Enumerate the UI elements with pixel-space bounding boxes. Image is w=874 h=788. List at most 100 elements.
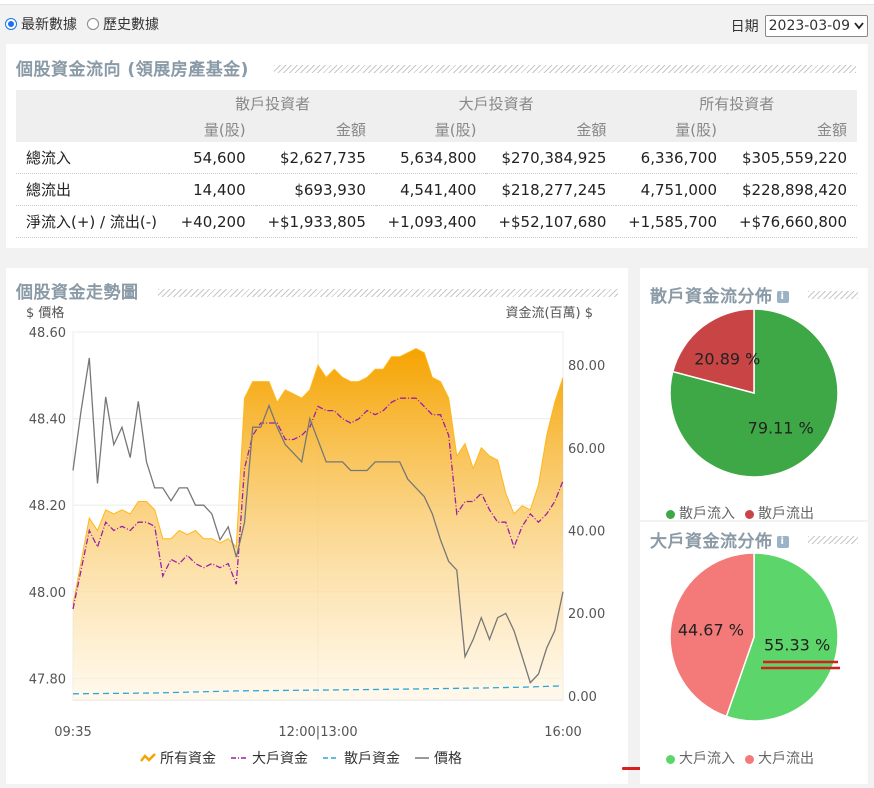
table-cell: +40,200 bbox=[169, 205, 256, 238]
trend-chart[interactable]: $ 價格 資金流(百萬) $ 48.60 48.40 48.20 48.00 47.80 80… bbox=[6, 300, 628, 780]
chevron-down-icon bbox=[854, 22, 864, 30]
big-pie-title: 大戶資金流分佈 i bbox=[650, 527, 789, 552]
legend-all-fund[interactable]: 所有資金 bbox=[140, 748, 216, 768]
group-header-big: 大戶投資者 bbox=[375, 90, 617, 116]
table-row: 淨流入(+) / 流出(-) +40,200 +$1,933,805 +1,09… bbox=[16, 205, 857, 238]
legend-all-fund-label: 所有資金 bbox=[160, 751, 216, 767]
x-tick-label: 09:35 bbox=[54, 725, 91, 740]
right-axis-label: 資金流(百萬) $ bbox=[505, 305, 593, 321]
title-decoration bbox=[158, 289, 618, 297]
y-left-tick-label: 48.20 bbox=[29, 499, 66, 514]
sub-header: 金額 bbox=[486, 116, 617, 142]
y-left-tick-label: 48.60 bbox=[29, 326, 66, 341]
table-cell: $218,277,245 bbox=[486, 173, 617, 206]
date-select[interactable]: 2023-03-09 bbox=[764, 15, 868, 37]
group-header-all: 所有投資者 bbox=[616, 90, 857, 116]
legend-retail-out-label: 散戶流出 bbox=[758, 506, 814, 522]
trend-legend: 所有資金 大戶資金 散戶資金 價格 bbox=[140, 748, 462, 768]
info-icon[interactable]: i bbox=[776, 536, 789, 548]
legend-line-icon bbox=[140, 753, 156, 762]
table-cell: 14,400 bbox=[169, 173, 256, 206]
legend-price-label: 價格 bbox=[434, 751, 462, 767]
legend-big-in-label: 大戶流入 bbox=[679, 751, 735, 767]
red-mark bbox=[622, 767, 642, 770]
row-label: 總流出 bbox=[16, 173, 170, 206]
left-axis-label: $ 價格 bbox=[26, 305, 64, 321]
retail-pie-title: 散戶資金流分佈 i bbox=[650, 282, 789, 307]
table-cell: $693,930 bbox=[255, 173, 376, 206]
y-right-tick-label: 20.00 bbox=[568, 607, 605, 622]
y-right-tick-label: 80.00 bbox=[568, 359, 605, 374]
history-data-radio[interactable] bbox=[87, 18, 99, 30]
legend-dot bbox=[666, 509, 675, 519]
table-cell: +$76,660,800 bbox=[727, 205, 857, 238]
retail-pie-chart[interactable]: 79.11 % 20.89 % bbox=[640, 305, 868, 485]
retail-pie-legend: 散戶流入 散戶流出 bbox=[666, 503, 814, 523]
table-cell: 4,751,000 bbox=[616, 173, 727, 206]
table-cell: 4,541,400 bbox=[375, 173, 487, 206]
big-pie-chart[interactable]: 55.33 % 44.67 % bbox=[640, 550, 868, 732]
date-picker-row: 日期 2023-03-09 bbox=[731, 15, 868, 37]
legend-retail-in-label: 散戶流入 bbox=[679, 506, 735, 522]
legend-retail-out[interactable]: 散戶流出 bbox=[745, 503, 814, 523]
legend-big-in[interactable]: 大戶流入 bbox=[666, 748, 735, 768]
table-cell: 54,600 bbox=[169, 142, 256, 174]
legend-big-out-label: 大戶流出 bbox=[758, 751, 814, 767]
y-right-tick-label: 0.00 bbox=[568, 690, 597, 705]
pie-value-label: 55.33 % bbox=[764, 635, 830, 654]
x-tick-label: 16:00 bbox=[544, 725, 581, 740]
table-cell: $305,559,220 bbox=[727, 142, 857, 174]
big-pie-title-text: 大戶資金流分佈 bbox=[650, 532, 773, 552]
pie-value-label: 79.11 % bbox=[748, 419, 814, 438]
legend-price[interactable]: 價格 bbox=[414, 748, 462, 768]
date-label: 日期 bbox=[730, 19, 759, 35]
y-left-tick-label: 48.00 bbox=[29, 586, 66, 601]
row-label: 淨流入(+) / 流出(-) bbox=[16, 205, 170, 238]
table-cell: +1,093,400 bbox=[375, 205, 487, 238]
retail-pie-title-text: 散戶資金流分佈 bbox=[650, 287, 773, 307]
x-tick-label: 12:00|13:00 bbox=[278, 725, 357, 740]
legend-dot bbox=[666, 754, 675, 764]
legend-line-icon bbox=[231, 757, 247, 759]
table-cell: +$1,933,805 bbox=[255, 205, 376, 238]
legend-retail-fund[interactable]: 散戶資金 bbox=[322, 748, 400, 768]
table-cell: $2,627,735 bbox=[255, 142, 376, 174]
legend-line-icon bbox=[323, 757, 339, 759]
sub-header: 量(股) bbox=[616, 116, 727, 142]
table-row: 總流出 14,400 $693,930 4,541,400 $218,277,2… bbox=[16, 173, 857, 206]
table-cell: +1,585,700 bbox=[616, 205, 727, 238]
flow-table-title: 個股資金流向 (領展房產基金) bbox=[16, 60, 249, 80]
table-cell: +$52,107,680 bbox=[486, 205, 617, 238]
y-left-tick-label: 47.80 bbox=[29, 672, 66, 687]
legend-big-out[interactable]: 大戶流出 bbox=[745, 748, 814, 768]
legend-big-fund[interactable]: 大戶資金 bbox=[230, 748, 308, 768]
latest-data-label[interactable]: 最新數據 bbox=[21, 14, 77, 34]
y-left-tick-label: 48.40 bbox=[29, 413, 66, 428]
sub-header: 金額 bbox=[727, 116, 857, 142]
y-right-tick-label: 60.00 bbox=[568, 442, 605, 457]
title-decoration bbox=[808, 536, 858, 544]
legend-big-fund-label: 大戶資金 bbox=[252, 751, 308, 767]
legend-dot bbox=[745, 509, 754, 519]
history-data-label[interactable]: 歷史數據 bbox=[103, 14, 159, 34]
row-label: 總流入 bbox=[16, 142, 170, 174]
info-icon[interactable]: i bbox=[776, 291, 789, 303]
y-right-tick-label: 40.00 bbox=[568, 524, 605, 539]
legend-line-icon bbox=[415, 757, 429, 759]
latest-data-radio[interactable] bbox=[5, 18, 17, 30]
group-header-retail: 散戶投資者 bbox=[169, 90, 376, 116]
legend-retail-in[interactable]: 散戶流入 bbox=[666, 503, 735, 523]
table-cell: 5,634,800 bbox=[375, 142, 487, 174]
date-value: 2023-03-09 bbox=[768, 18, 850, 34]
table-cell: $228,898,420 bbox=[727, 173, 857, 206]
data-mode-selector: 最新數據 歷史數據 bbox=[5, 14, 165, 34]
sub-header: 量(股) bbox=[169, 116, 256, 142]
table-cell: $270,384,925 bbox=[486, 142, 617, 174]
sub-header: 量(股) bbox=[375, 116, 487, 142]
title-decoration bbox=[808, 291, 858, 299]
sub-header: 金額 bbox=[255, 116, 376, 142]
table-row: 總流入 54,600 $2,627,735 5,634,800 $270,384… bbox=[16, 142, 857, 174]
legend-dot bbox=[745, 754, 754, 764]
pie-value-label: 20.89 % bbox=[694, 349, 760, 368]
flow-table: 散戶投資者 大戶投資者 所有投資者 量(股) 金額 量(股) 金額 量(股) 金… bbox=[16, 90, 857, 238]
